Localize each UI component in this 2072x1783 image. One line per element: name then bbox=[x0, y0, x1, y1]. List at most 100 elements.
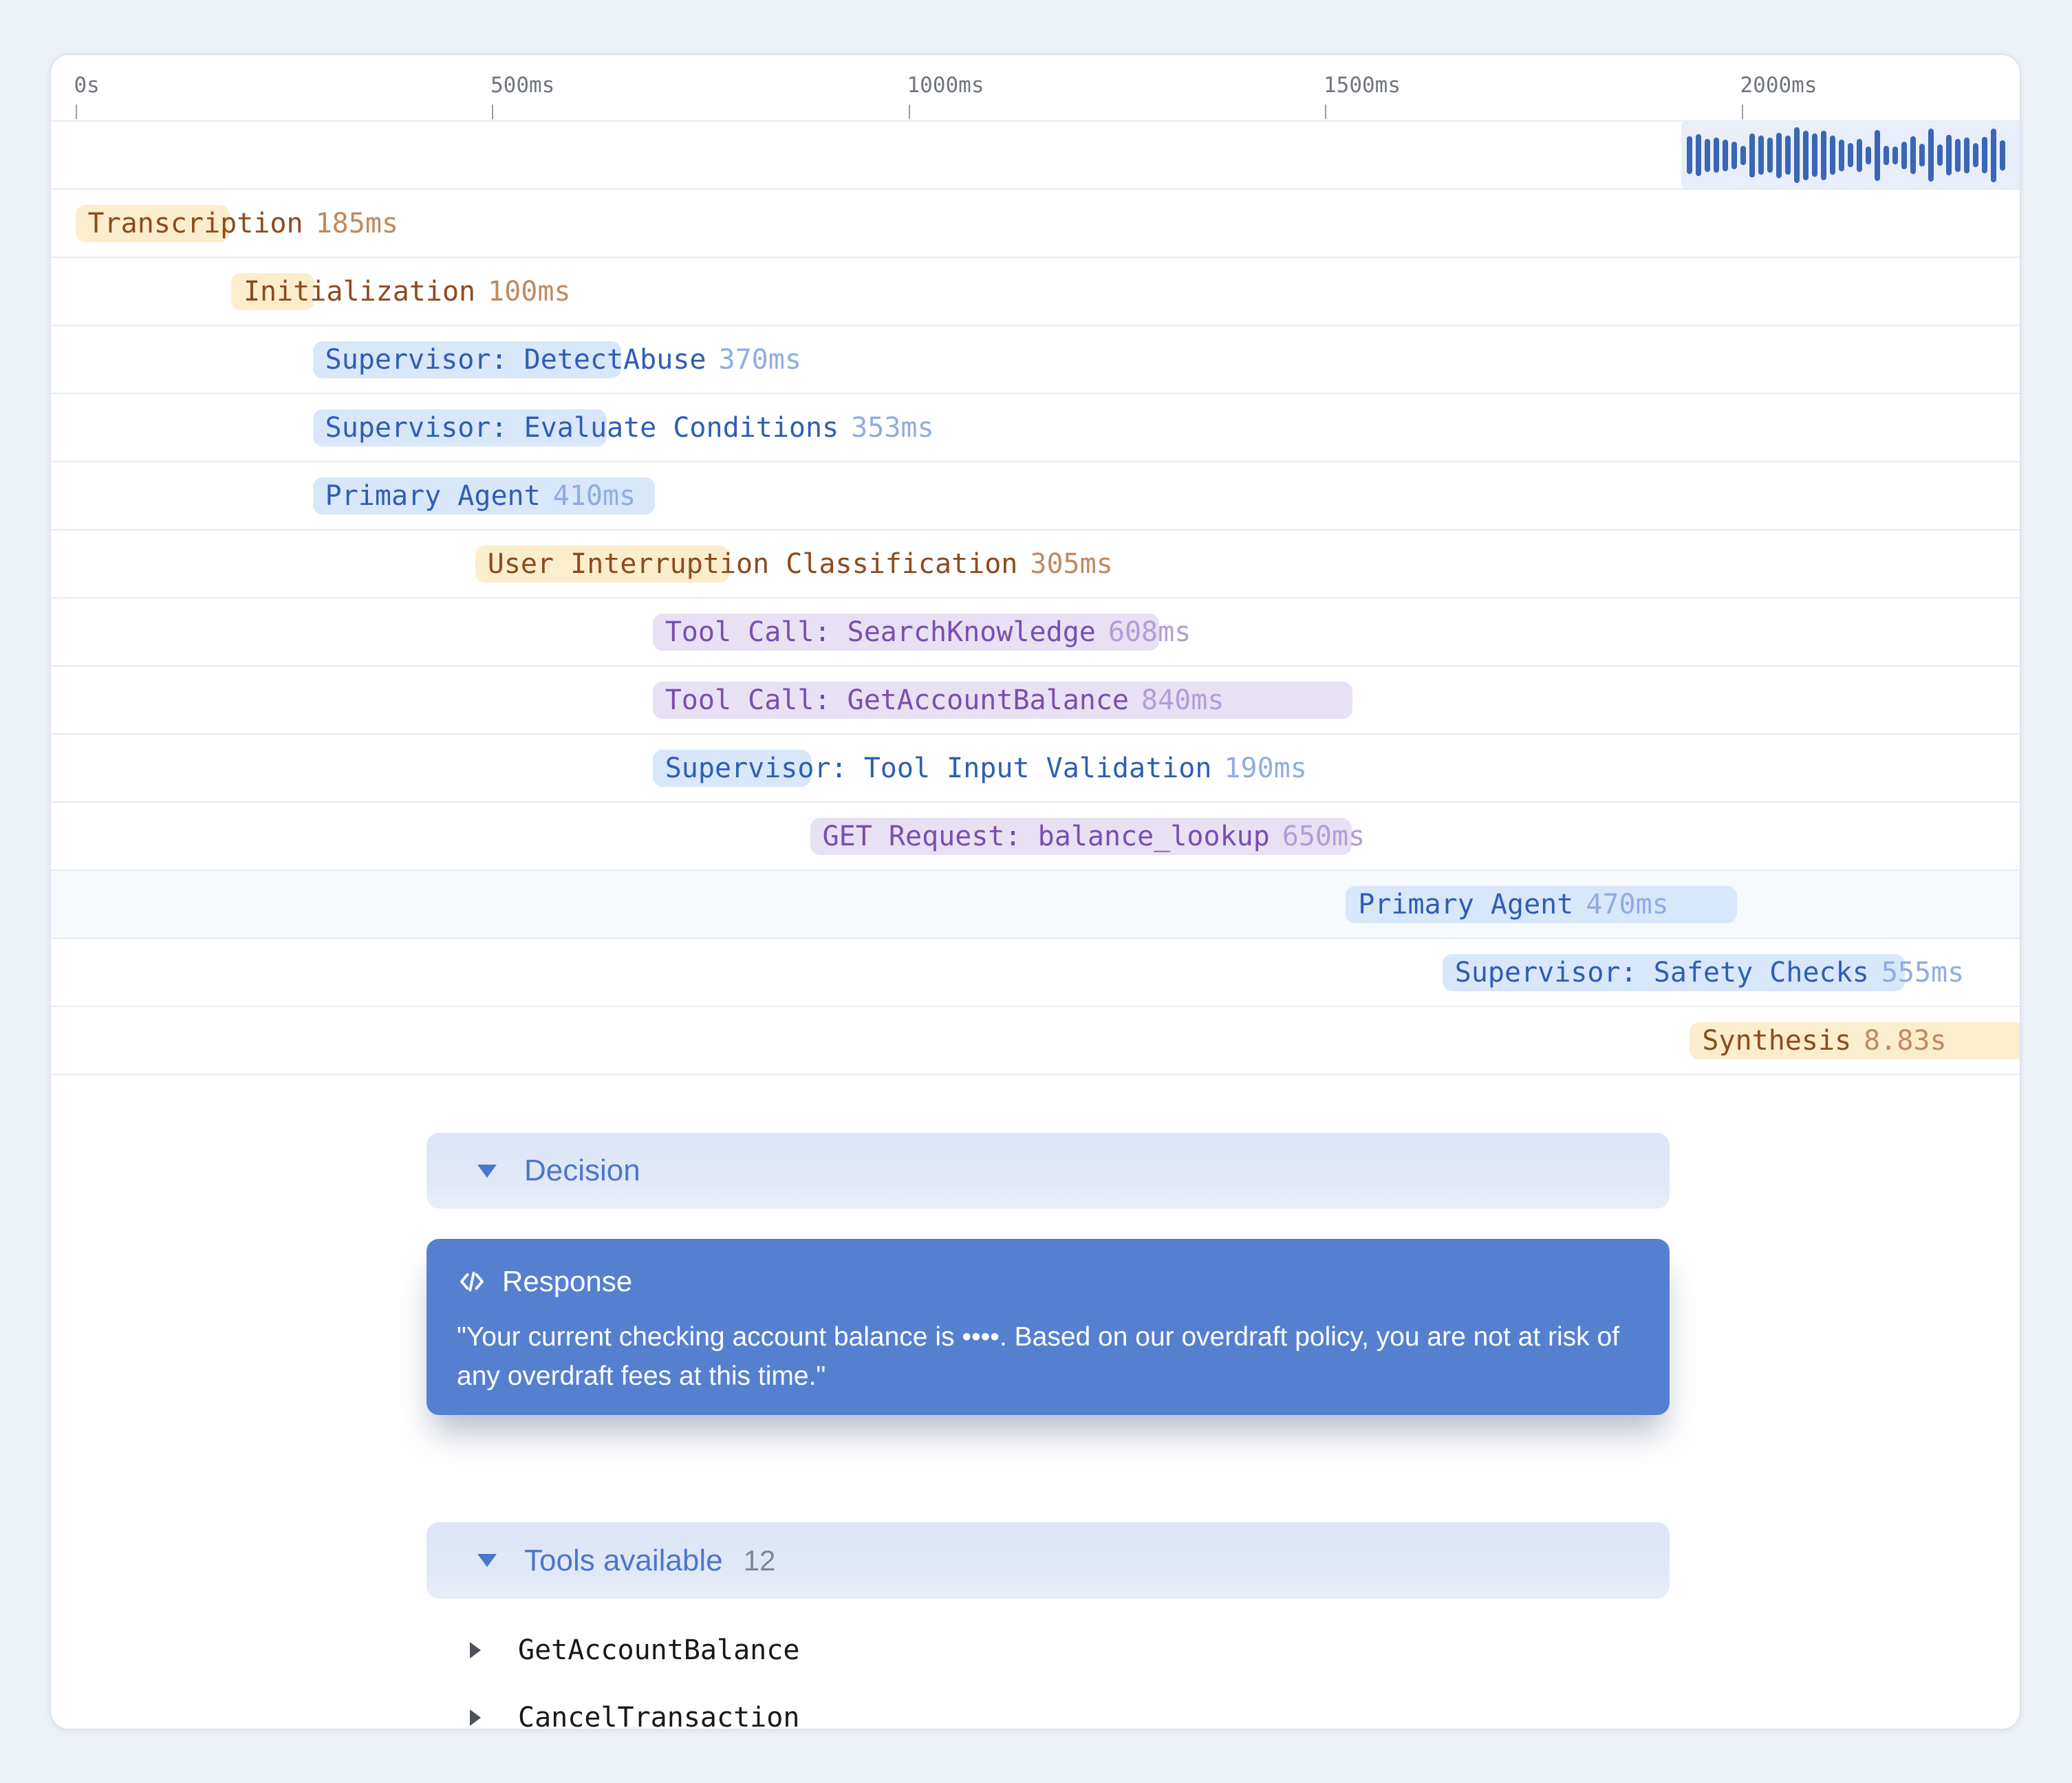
waveform-bar bbox=[1776, 133, 1782, 178]
timeline-row: Transcription 185ms bbox=[51, 188, 2020, 257]
timeline-ruler: 0s 500ms 1000ms 1500ms 2000ms bbox=[51, 55, 2020, 120]
waveform-bar bbox=[1731, 142, 1737, 169]
span-label: GET Request: balance_lookup bbox=[823, 821, 1270, 852]
timeline-row: Supervisor: Tool Input Validation190ms bbox=[51, 733, 2020, 801]
waveform-bar bbox=[1821, 131, 1826, 180]
decision-section-header[interactable]: Decision bbox=[427, 1133, 1670, 1209]
timeline-row: Supervisor: Safety Checks555ms bbox=[51, 938, 2020, 1006]
span-duration: 8.83s bbox=[1864, 1025, 1946, 1057]
span-bar[interactable]: Tool Call: SearchKnowledge608ms bbox=[653, 614, 1159, 651]
chevron-right-icon bbox=[470, 1642, 481, 1658]
span-bar[interactable]: Supervisor: Tool Input Validation190ms bbox=[653, 750, 811, 787]
tools-section-header[interactable]: Tools available 12 bbox=[427, 1522, 1670, 1599]
span-label: Supervisor: Evaluate Conditions bbox=[325, 412, 839, 444]
span-bar[interactable]: Supervisor: DetectAbuse370ms bbox=[313, 341, 621, 378]
ruler-tick-mark bbox=[76, 105, 77, 119]
span-bar[interactable]: GET Request: balance_lookup650ms bbox=[810, 818, 1352, 855]
ruler-tick-mark bbox=[492, 105, 493, 119]
span-label: Tool Call: SearchKnowledge bbox=[665, 616, 1096, 648]
decision-section-label: Decision bbox=[524, 1154, 640, 1188]
span-bar[interactable]: Supervisor: Evaluate Conditions353ms bbox=[313, 409, 607, 446]
tool-name: CancelTransaction bbox=[518, 1702, 799, 1730]
waveform-bar bbox=[1973, 143, 1978, 167]
waveform-bar bbox=[1749, 133, 1755, 177]
timeline-rows: Transcription 185ms Initialization 100ms Sup… bbox=[51, 120, 2020, 1075]
ruler-tick-label: 0s bbox=[74, 73, 100, 98]
waveform-bar bbox=[1875, 130, 1880, 181]
response-body-text: "Your current checking account balance i… bbox=[457, 1317, 1633, 1396]
span-duration: 650ms bbox=[1282, 821, 1365, 852]
span-label: Supervisor: DetectAbuse bbox=[325, 344, 706, 376]
span-bar[interactable]: Synthesis 8.83s bbox=[1690, 1022, 2020, 1059]
waveform-bar bbox=[1937, 144, 1943, 166]
span-bar[interactable]: Tool Call: GetAccountBalance 840ms bbox=[653, 682, 1352, 719]
ruler-tick-label: 2000ms bbox=[1740, 73, 1817, 98]
waveform-bar bbox=[1785, 136, 1791, 175]
span-bar[interactable]: Primary Agent410ms bbox=[313, 477, 655, 515]
tools-section-label: Tools available bbox=[524, 1544, 723, 1578]
waveform-bar bbox=[1866, 147, 1871, 164]
timeline-row: Primary Agent410ms bbox=[51, 461, 2020, 529]
waveform-bar bbox=[1723, 140, 1728, 171]
chevron-right-icon bbox=[470, 1709, 481, 1726]
response-card: Response "Your current checking account … bbox=[427, 1239, 1670, 1415]
timeline-row: Tool Call: GetAccountBalance 840ms bbox=[51, 665, 2020, 733]
waveform-bar bbox=[1910, 136, 1916, 174]
timeline-row: Supervisor: DetectAbuse370ms bbox=[51, 325, 2020, 393]
timeline-row: Synthesis 8.83s bbox=[51, 1006, 2020, 1074]
ruler-tick-label: 1500ms bbox=[1324, 73, 1401, 98]
waveform-bar bbox=[1928, 129, 1934, 182]
waveform-bar bbox=[1803, 131, 1809, 180]
ruler-tick-mark bbox=[1325, 105, 1326, 119]
span-label: Synthesis bbox=[1702, 1025, 1851, 1057]
tool-list-item[interactable]: GetAccountBalance bbox=[427, 1617, 1670, 1684]
ruler-tick-label: 500ms bbox=[490, 73, 554, 98]
timeline-row: User Interruption Classification 305ms bbox=[51, 529, 2020, 597]
span-bar[interactable]: Initialization100ms bbox=[231, 273, 314, 310]
waveform-bar bbox=[1919, 144, 1925, 166]
ruler-tick-mark bbox=[1742, 105, 1743, 119]
span-label: User Interruption Classification bbox=[488, 548, 1018, 580]
tool-name: GetAccountBalance bbox=[518, 1634, 799, 1666]
tool-list-item[interactable]: CancelTransaction bbox=[427, 1684, 1670, 1730]
timeline-row: Primary Agent 470ms bbox=[51, 869, 2020, 938]
span-duration: 190ms bbox=[1224, 753, 1306, 784]
span-bar[interactable]: Supervisor: Safety Checks555ms bbox=[1443, 954, 1905, 991]
waveform-bar bbox=[1991, 129, 1996, 182]
span-label: Primary Agent bbox=[1358, 889, 1573, 920]
waveform-bar bbox=[1696, 134, 1701, 176]
ruler-tick-label: 1000ms bbox=[907, 73, 984, 98]
waveform-bar bbox=[1839, 140, 1844, 171]
audio-waveform[interactable] bbox=[1681, 122, 2020, 188]
timeline-row: Initialization 100ms bbox=[51, 257, 2020, 325]
span-label: Transcription bbox=[88, 208, 303, 239]
waveform-bar bbox=[1705, 139, 1710, 172]
span-label: Tool Call: GetAccountBalance bbox=[665, 684, 1129, 716]
span-label: Initialization bbox=[244, 276, 475, 307]
waveform-bar bbox=[1758, 136, 1764, 175]
span-bar[interactable]: Primary Agent 470ms bbox=[1346, 886, 1737, 923]
waveform-bar bbox=[1955, 139, 1961, 172]
span-duration: 305ms bbox=[1030, 548, 1112, 580]
span-duration: 100ms bbox=[488, 276, 570, 307]
chevron-down-icon bbox=[477, 1165, 497, 1178]
span-duration: 608ms bbox=[1108, 616, 1191, 648]
span-duration: 555ms bbox=[1881, 957, 1964, 988]
waveform-bar bbox=[2000, 140, 2005, 171]
span-duration: 840ms bbox=[1141, 684, 1224, 716]
span-duration: 410ms bbox=[553, 480, 636, 512]
timeline-row: Tool Call: SearchKnowledge 608ms bbox=[51, 597, 2020, 665]
span-duration: 185ms bbox=[316, 208, 398, 239]
waveform-bar bbox=[1848, 143, 1853, 167]
trace-panel: 0s 500ms 1000ms 1500ms 2000ms Transcription 1… bbox=[50, 54, 2021, 1730]
span-duration: 470ms bbox=[1586, 889, 1668, 920]
response-title: Response bbox=[502, 1265, 632, 1298]
waveform-bar bbox=[1946, 135, 1952, 175]
waveform-row bbox=[51, 120, 2020, 188]
waveform-bar bbox=[1901, 142, 1907, 169]
waveform-bar bbox=[1687, 136, 1692, 174]
span-bar[interactable]: Transcription185ms bbox=[76, 205, 230, 242]
waveform-bar bbox=[1812, 133, 1817, 177]
waveform-bar bbox=[1714, 138, 1719, 173]
span-bar[interactable]: User Interruption Classification305ms bbox=[475, 545, 729, 583]
